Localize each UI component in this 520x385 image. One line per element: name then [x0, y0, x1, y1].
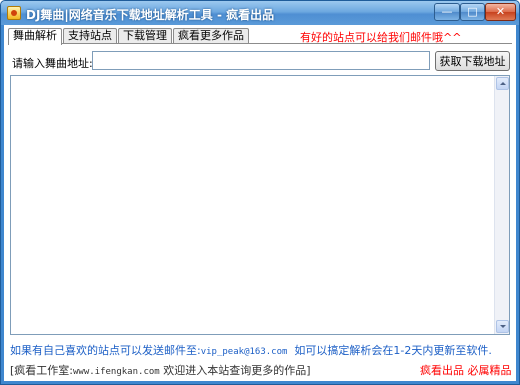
info-line: 如果有自己喜欢的站点可以发送邮件至:vip_peak@163.com 如可以搞定…	[10, 342, 492, 358]
tab-more-works[interactable]: 疯看更多作品	[173, 28, 249, 44]
studio-website-link[interactable]: www.ifengkan.com	[73, 367, 160, 377]
footer-studio-line: [疯看工作室:www.ifengkan.com 欢迎进入本站查询更多的作品]	[10, 362, 311, 378]
scroll-up-arrow-icon[interactable]	[496, 77, 509, 90]
tab-dance-parse[interactable]: 舞曲解析	[8, 28, 62, 45]
contact-email: vip_peak@163.com	[200, 347, 288, 357]
tab-download-manager[interactable]: 下载管理	[118, 28, 172, 44]
scroll-down-arrow-icon[interactable]	[496, 320, 509, 333]
app-icon	[7, 6, 21, 20]
maximize-button[interactable]: □	[460, 3, 485, 21]
url-input[interactable]	[92, 51, 430, 70]
footer-slogan: 疯看出品 必属精品	[420, 364, 512, 377]
tab-bar: 舞曲解析 支持站点 下载管理 疯看更多作品	[8, 28, 250, 45]
vertical-scrollbar[interactable]	[494, 76, 509, 334]
notice-text: 有好的站点可以给我们邮件哦^^	[300, 31, 462, 44]
app-window: DJ舞曲|网络音乐下载地址解析工具 - 疯看出品 — □ ✕ 舞曲解析 支持站点…	[0, 0, 520, 385]
tab-supported-sites[interactable]: 支持站点	[63, 28, 117, 44]
window-title: DJ舞曲|网络音乐下载地址解析工具 - 疯看出品	[26, 8, 275, 22]
info-prefix: 如果有自己喜欢的站点可以发送邮件至:	[10, 344, 201, 357]
minimize-button[interactable]: —	[434, 3, 460, 21]
footer-prefix: [疯看工作室:	[10, 364, 73, 377]
footer-suffix: 欢迎进入本站查询更多的作品]	[163, 364, 311, 377]
title-bar[interactable]: DJ舞曲|网络音乐下载地址解析工具 - 疯看出品 — □ ✕	[1, 1, 519, 25]
output-textarea[interactable]	[10, 75, 510, 335]
info-suffix: 如可以搞定解析会在1-2天内更新至软件.	[294, 344, 492, 357]
url-label: 请输入舞曲地址:	[12, 57, 93, 70]
client-area: 舞曲解析 支持站点 下载管理 疯看更多作品 有好的站点可以给我们邮件哦^^ 请输…	[4, 25, 516, 381]
fetch-download-button[interactable]: 获取下载地址	[435, 51, 510, 71]
close-button[interactable]: ✕	[485, 3, 516, 21]
